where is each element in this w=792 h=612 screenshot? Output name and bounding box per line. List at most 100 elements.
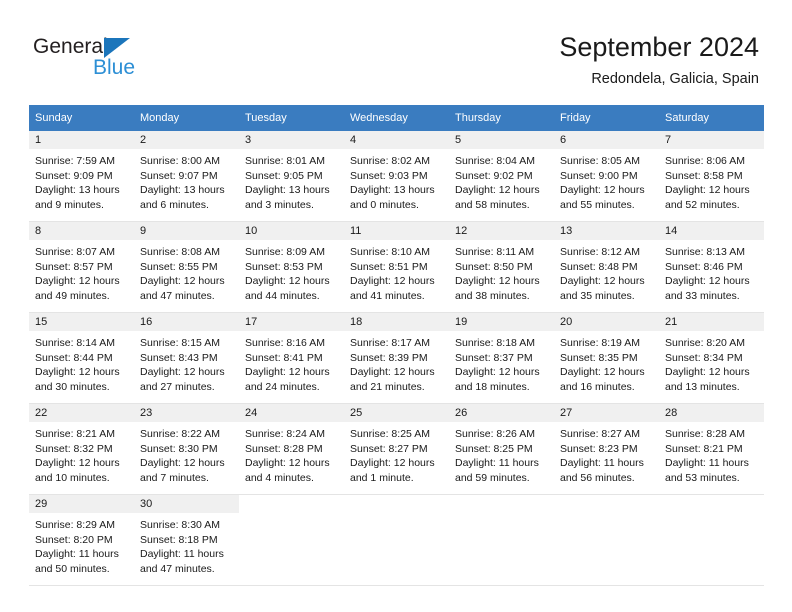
calendar-day-cell[interactable]: 12 Sunrise: 8:11 AM Sunset: 8:50 PM Dayligh… (449, 221, 554, 313)
day-number (554, 495, 659, 513)
calendar-day-cell[interactable]: 6 Sunrise: 8:05 AM Sunset: 9:00 PM Daylight… (554, 131, 659, 222)
calendar-day-cell[interactable]: 1 Sunrise: 7:59 AM Sunset: 9:09 PM Daylight… (29, 131, 134, 222)
daylight-text-line1: Daylight: 13 hours (35, 184, 120, 197)
calendar-empty-cell (449, 494, 554, 586)
calendar-day-cell[interactable]: 7 Sunrise: 8:06 AM Sunset: 8:58 PM Daylight… (659, 131, 764, 222)
calendar-day-cell[interactable]: 25 Sunrise: 8:25 AM Sunset: 8:27 PM Dayligh… (344, 403, 449, 495)
daylight-text-line2: and 47 minutes. (140, 289, 215, 302)
day-cell-content: 28 Sunrise: 8:28 AM Sunset: 8:21 PM Dayligh… (659, 404, 764, 494)
calendar-day-cell[interactable]: 30 Sunrise: 8:30 AM Sunset: 8:18 PM Dayligh… (134, 494, 239, 586)
calendar-day-cell[interactable]: 8 Sunrise: 8:07 AM Sunset: 8:57 PM Daylight… (29, 221, 134, 313)
day-details: Sunrise: 8:16 AM Sunset: 8:41 PM Daylight:… (239, 331, 344, 394)
calendar-day-cell[interactable]: 3 Sunrise: 8:01 AM Sunset: 9:05 PM Daylight… (239, 131, 344, 222)
day-details: Sunrise: 8:12 AM Sunset: 8:48 PM Daylight:… (554, 240, 659, 303)
calendar-day-cell[interactable]: 11 Sunrise: 8:10 AM Sunset: 8:51 PM Dayligh… (344, 221, 449, 313)
calendar-day-cell[interactable]: 21 Sunrise: 8:20 AM Sunset: 8:34 PM Dayligh… (659, 312, 764, 404)
calendar-day-cell[interactable]: 14 Sunrise: 8:13 AM Sunset: 8:46 PM Dayligh… (659, 221, 764, 313)
daylight-text-line1: Daylight: 12 hours (245, 366, 330, 379)
calendar-day-cell[interactable]: 9 Sunrise: 8:08 AM Sunset: 8:55 PM Daylight… (134, 221, 239, 313)
day-number: 18 (344, 313, 449, 331)
calendar-page: General Blue September 2024 Redondela, G… (0, 0, 792, 612)
day-details: Sunrise: 8:04 AM Sunset: 9:02 PM Daylight:… (449, 149, 554, 212)
brand-name-blue: Blue (93, 56, 136, 79)
day-details: Sunrise: 8:09 AM Sunset: 8:53 PM Daylight:… (239, 240, 344, 303)
daylight-text-line2: and 4 minutes. (245, 471, 314, 484)
sunset-text: Sunset: 8:30 PM (140, 442, 218, 455)
calendar-day-cell[interactable]: 27 Sunrise: 8:27 AM Sunset: 8:23 PM Dayligh… (554, 403, 659, 495)
calendar-day-cell[interactable]: 15 Sunrise: 8:14 AM Sunset: 8:44 PM Dayligh… (29, 312, 134, 404)
sunrise-text: Sunrise: 7:59 AM (35, 155, 115, 167)
day-details: Sunrise: 8:25 AM Sunset: 8:27 PM Daylight:… (344, 422, 449, 485)
day-details: Sunrise: 7:59 AM Sunset: 9:09 PM Daylight:… (29, 149, 134, 212)
sunrise-text: Sunrise: 8:19 AM (560, 337, 640, 349)
sunrise-text: Sunrise: 8:20 AM (665, 337, 745, 349)
calendar-day-cell[interactable]: 17 Sunrise: 8:16 AM Sunset: 8:41 PM Dayligh… (239, 312, 344, 404)
calendar-day-cell[interactable]: 16 Sunrise: 8:15 AM Sunset: 8:43 PM Dayligh… (134, 312, 239, 404)
calendar-day-cell[interactable]: 10 Sunrise: 8:09 AM Sunset: 8:53 PM Dayligh… (239, 221, 344, 313)
day-details: Sunrise: 8:13 AM Sunset: 8:46 PM Daylight:… (659, 240, 764, 303)
calendar-day-cell[interactable]: 28 Sunrise: 8:28 AM Sunset: 8:21 PM Dayligh… (659, 403, 764, 495)
day-cell-content: 20 Sunrise: 8:19 AM Sunset: 8:35 PM Dayligh… (554, 313, 659, 403)
daylight-text-line1: Daylight: 12 hours (560, 275, 645, 288)
day-details: Sunrise: 8:11 AM Sunset: 8:50 PM Daylight:… (449, 240, 554, 303)
daylight-text-line2: and 49 minutes. (35, 289, 110, 302)
weekday-header-wednesday: Wednesday (344, 105, 449, 131)
sunset-text: Sunset: 8:28 PM (245, 442, 323, 455)
calendar-week-row: 1 Sunrise: 7:59 AM Sunset: 9:09 PM Daylight… (29, 131, 764, 222)
general-blue-logo[interactable]: General Blue (33, 36, 213, 84)
weekday-header-friday: Friday (554, 105, 659, 131)
sunrise-text: Sunrise: 8:18 AM (455, 337, 535, 349)
day-number: 13 (554, 222, 659, 240)
day-details: Sunrise: 8:10 AM Sunset: 8:51 PM Daylight:… (344, 240, 449, 303)
day-cell-content: 13 Sunrise: 8:12 AM Sunset: 8:48 PM Dayligh… (554, 222, 659, 312)
daylight-text-line1: Daylight: 12 hours (665, 366, 750, 379)
calendar-day-cell[interactable]: 2 Sunrise: 8:00 AM Sunset: 9:07 PM Daylight… (134, 131, 239, 222)
daylight-text-line1: Daylight: 12 hours (665, 275, 750, 288)
calendar-day-cell[interactable]: 24 Sunrise: 8:24 AM Sunset: 8:28 PM Dayligh… (239, 403, 344, 495)
location-subtitle: Redondela, Galicia, Spain (591, 71, 759, 87)
day-number: 10 (239, 222, 344, 240)
day-cell-content (449, 495, 554, 585)
calendar-day-cell[interactable]: 26 Sunrise: 8:26 AM Sunset: 8:25 PM Dayligh… (449, 403, 554, 495)
calendar-body: 1 Sunrise: 7:59 AM Sunset: 9:09 PM Daylight… (29, 131, 764, 586)
daylight-text-line2: and 21 minutes. (350, 380, 425, 393)
sunset-text: Sunset: 9:07 PM (140, 169, 218, 182)
calendar-table: Sunday Monday Tuesday Wednesday Thursday… (29, 105, 764, 586)
day-number (659, 495, 764, 513)
sunset-text: Sunset: 8:25 PM (455, 442, 533, 455)
page-header: General Blue September 2024 Redondela, G… (0, 0, 792, 104)
day-details: Sunrise: 8:02 AM Sunset: 9:03 PM Daylight:… (344, 149, 449, 212)
day-cell-content (344, 495, 449, 585)
calendar-day-cell[interactable]: 5 Sunrise: 8:04 AM Sunset: 9:02 PM Daylight… (449, 131, 554, 222)
calendar-day-cell[interactable]: 13 Sunrise: 8:12 AM Sunset: 8:48 PM Dayligh… (554, 221, 659, 313)
sunset-text: Sunset: 9:00 PM (560, 169, 638, 182)
calendar-day-cell[interactable]: 23 Sunrise: 8:22 AM Sunset: 8:30 PM Dayligh… (134, 403, 239, 495)
brand-name-general: General (33, 35, 108, 58)
daylight-text-line1: Daylight: 11 hours (665, 457, 749, 470)
title-block: September 2024 Redondela, Galicia, Spain (559, 30, 759, 89)
calendar-day-cell[interactable]: 29 Sunrise: 8:29 AM Sunset: 8:20 PM Dayligh… (29, 494, 134, 586)
sunset-text: Sunset: 8:57 PM (35, 260, 113, 273)
sunset-text: Sunset: 8:44 PM (35, 351, 113, 364)
calendar-day-cell[interactable]: 20 Sunrise: 8:19 AM Sunset: 8:35 PM Dayligh… (554, 312, 659, 404)
day-number: 29 (29, 495, 134, 513)
day-number: 19 (449, 313, 554, 331)
calendar-day-cell[interactable]: 4 Sunrise: 8:02 AM Sunset: 9:03 PM Daylight… (344, 131, 449, 222)
daylight-text-line1: Daylight: 12 hours (350, 457, 435, 470)
calendar-day-cell[interactable]: 19 Sunrise: 8:18 AM Sunset: 8:37 PM Dayligh… (449, 312, 554, 404)
day-cell-content: 23 Sunrise: 8:22 AM Sunset: 8:30 PM Dayligh… (134, 404, 239, 494)
day-cell-content (554, 495, 659, 585)
day-details: Sunrise: 8:30 AM Sunset: 8:18 PM Daylight:… (134, 513, 239, 576)
sunrise-text: Sunrise: 8:10 AM (350, 246, 430, 258)
calendar-day-cell[interactable]: 22 Sunrise: 8:21 AM Sunset: 8:32 PM Dayligh… (29, 403, 134, 495)
sunrise-text: Sunrise: 8:21 AM (35, 428, 115, 440)
sunset-text: Sunset: 8:35 PM (560, 351, 638, 364)
day-number: 17 (239, 313, 344, 331)
sunset-text: Sunset: 8:18 PM (140, 533, 218, 546)
day-cell-content: 5 Sunrise: 8:04 AM Sunset: 9:02 PM Daylight… (449, 131, 554, 221)
sunrise-text: Sunrise: 8:17 AM (350, 337, 430, 349)
calendar-day-cell[interactable]: 18 Sunrise: 8:17 AM Sunset: 8:39 PM Dayligh… (344, 312, 449, 404)
day-details: Sunrise: 8:06 AM Sunset: 8:58 PM Daylight:… (659, 149, 764, 212)
day-details: Sunrise: 8:26 AM Sunset: 8:25 PM Daylight:… (449, 422, 554, 485)
day-cell-content: 12 Sunrise: 8:11 AM Sunset: 8:50 PM Dayligh… (449, 222, 554, 312)
